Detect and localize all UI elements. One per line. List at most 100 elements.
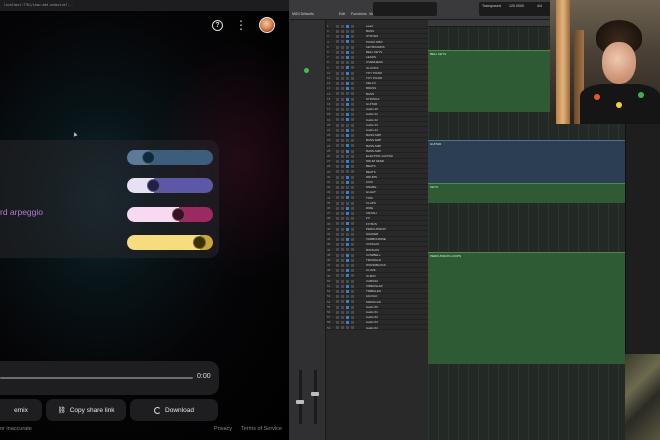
input-monitor-button[interactable] xyxy=(351,102,354,106)
record-enable-button[interactable] xyxy=(346,66,349,70)
solo-button[interactable] xyxy=(341,107,344,111)
input-monitor-button[interactable] xyxy=(351,154,354,158)
solo-button[interactable] xyxy=(341,29,344,33)
mute-button[interactable] xyxy=(336,71,339,75)
input-monitor-button[interactable] xyxy=(351,315,354,319)
track-row[interactable]: 52 TIMBALES xyxy=(326,289,428,294)
input-monitor-button[interactable] xyxy=(351,300,354,304)
track-row[interactable]: 2 BASS xyxy=(326,29,428,34)
input-monitor-button[interactable] xyxy=(351,133,354,137)
solo-button[interactable] xyxy=(341,92,344,96)
mute-button[interactable] xyxy=(336,50,339,54)
record-enable-button[interactable] xyxy=(346,45,349,49)
track-row[interactable]: 19 Audio 22 xyxy=(326,118,428,123)
record-enable-button[interactable] xyxy=(346,133,349,137)
solo-button[interactable] xyxy=(341,139,344,143)
record-enable-button[interactable] xyxy=(346,253,349,257)
record-enable-button[interactable] xyxy=(346,217,349,221)
track-row[interactable]: 26 ELECTRIC GUITAR xyxy=(326,154,428,159)
prompt-weight-slider[interactable] xyxy=(127,178,213,193)
mute-button[interactable] xyxy=(336,159,339,163)
solo-button[interactable] xyxy=(341,66,344,70)
input-monitor-button[interactable] xyxy=(351,118,354,122)
record-enable-button[interactable] xyxy=(346,55,349,59)
track-row[interactable]: 5 KEYBOARDS xyxy=(326,45,428,50)
track-row[interactable]: 18 Audio 21 xyxy=(326,112,428,118)
record-enable-button[interactable] xyxy=(346,263,349,267)
solo-button[interactable] xyxy=(341,222,344,226)
input-monitor-button[interactable] xyxy=(351,97,354,101)
mute-button[interactable] xyxy=(336,206,339,210)
track-row[interactable]: 49 GUIRO xyxy=(326,274,428,279)
record-enable-button[interactable] xyxy=(346,71,349,75)
input-monitor-button[interactable] xyxy=(351,196,354,200)
mute-button[interactable] xyxy=(336,139,339,143)
region[interactable]: KEYS xyxy=(428,183,626,203)
input-monitor-button[interactable] xyxy=(351,55,354,59)
solo-button[interactable] xyxy=(341,76,344,80)
track-row[interactable]: 3 SYNTHS xyxy=(326,34,428,40)
record-enable-button[interactable] xyxy=(346,113,349,117)
track-row[interactable]: 29 BEATS xyxy=(326,170,428,175)
track-row[interactable]: 15 STRINGS xyxy=(326,97,428,102)
input-monitor-button[interactable] xyxy=(351,159,354,163)
privacy-link[interactable]: Privacy xyxy=(214,426,232,432)
solo-button[interactable] xyxy=(341,232,344,236)
record-enable-button[interactable] xyxy=(346,35,349,39)
solo-button[interactable] xyxy=(341,175,344,179)
mute-button[interactable] xyxy=(336,201,339,205)
mute-button[interactable] xyxy=(336,253,339,257)
track-row[interactable]: 45 COWBELL xyxy=(326,253,428,258)
track-row[interactable]: 25 BASS AMP xyxy=(326,149,428,154)
solo-button[interactable] xyxy=(341,279,344,283)
solo-button[interactable] xyxy=(341,128,344,132)
track-row[interactable]: 41 SHAKER xyxy=(326,232,428,237)
track-row[interactable]: 28 BEATS xyxy=(326,164,428,170)
track-row[interactable]: 40 PERCUSSION xyxy=(326,227,428,232)
input-monitor-button[interactable] xyxy=(351,243,354,247)
mute-button[interactable] xyxy=(336,76,339,80)
track-row[interactable]: 39 FX BUS xyxy=(326,222,428,227)
track-row[interactable]: 31 KICK xyxy=(326,180,428,185)
track-row[interactable]: 32 SNARE xyxy=(326,185,428,190)
record-enable-button[interactable] xyxy=(346,211,349,215)
copy-share-link-button[interactable]: ⛓ Copy share link xyxy=(46,399,126,421)
track-row[interactable]: 42 TAMBOURINE xyxy=(326,237,428,242)
solo-button[interactable] xyxy=(341,253,344,257)
record-enable-button[interactable] xyxy=(346,284,349,288)
record-enable-button[interactable] xyxy=(346,154,349,158)
solo-button[interactable] xyxy=(341,149,344,153)
solo-button[interactable] xyxy=(341,274,344,278)
record-led[interactable] xyxy=(304,68,309,73)
track-row[interactable]: 12 CELLO xyxy=(326,81,428,86)
input-monitor-button[interactable] xyxy=(351,253,354,257)
solo-button[interactable] xyxy=(341,326,344,330)
track-row[interactable]: 48 CLAVE xyxy=(326,268,428,274)
solo-button[interactable] xyxy=(341,40,344,44)
solo-button[interactable] xyxy=(341,87,344,91)
input-monitor-button[interactable] xyxy=(351,185,354,189)
input-monitor-button[interactable] xyxy=(351,295,354,299)
record-enable-button[interactable] xyxy=(346,243,349,247)
mute-button[interactable] xyxy=(336,81,339,85)
record-enable-button[interactable] xyxy=(346,305,349,309)
track-row[interactable]: 17 Audio 20 xyxy=(326,107,428,112)
input-monitor-button[interactable] xyxy=(351,232,354,236)
track-row[interactable]: 4 PIANO MIDI xyxy=(326,40,428,45)
input-monitor-button[interactable] xyxy=(351,279,354,283)
mute-button[interactable] xyxy=(336,118,339,122)
mute-button[interactable] xyxy=(336,133,339,137)
track-row[interactable]: 21 Audio 24 xyxy=(326,128,428,133)
input-monitor-button[interactable] xyxy=(351,206,354,210)
address-bar[interactable]: localhost:7781/show-add-ondevice?... xyxy=(0,0,289,11)
track-row[interactable]: 58 Audio 63 xyxy=(326,320,428,326)
record-enable-button[interactable] xyxy=(346,232,349,236)
track-row[interactable]: 54 MARACAS xyxy=(326,300,428,305)
solo-button[interactable] xyxy=(341,165,344,169)
record-enable-button[interactable] xyxy=(346,310,349,314)
track-row[interactable]: 22 BASS AMP xyxy=(326,133,428,138)
mute-button[interactable] xyxy=(336,123,339,127)
input-monitor-button[interactable] xyxy=(351,128,354,132)
mute-button[interactable] xyxy=(336,211,339,215)
solo-button[interactable] xyxy=(341,185,344,189)
